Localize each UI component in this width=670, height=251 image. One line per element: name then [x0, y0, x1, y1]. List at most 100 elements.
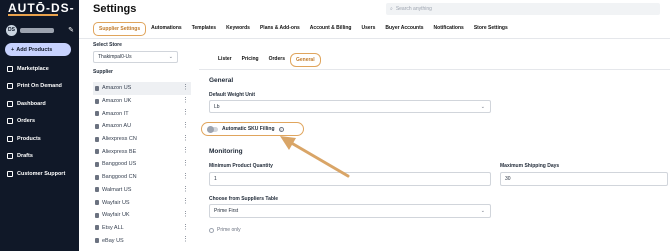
min-quantity-label: Minimum Product Quantity: [209, 163, 273, 169]
page-title: Settings: [93, 3, 137, 15]
subtab-general[interactable]: General: [289, 53, 321, 67]
supplier-item[interactable]: eBay US ⋮: [93, 234, 191, 247]
tab-automations[interactable]: Automations: [146, 22, 187, 36]
tab-account-billing[interactable]: Account & Billing: [305, 22, 357, 36]
supplier-item[interactable]: Wayfair US ⋮: [93, 196, 191, 209]
print-icon: [7, 83, 13, 90]
tab-keywords[interactable]: Keywords: [221, 22, 255, 36]
weight-unit-select[interactable]: Lb ⌄: [209, 100, 491, 113]
kebab-menu-icon[interactable]: ⋮: [182, 146, 189, 154]
divider: [79, 38, 670, 39]
sidebar-item-customer-support[interactable]: Customer Support: [0, 165, 79, 183]
kebab-menu-icon[interactable]: ⋮: [182, 108, 189, 116]
kebab-menu-icon[interactable]: ⋮: [182, 235, 189, 243]
supplier-item[interactable]: Aliexpress BE ⋮: [93, 145, 191, 158]
edit-icon[interactable]: ✎: [68, 26, 74, 34]
search-input[interactable]: ⌕ Search anything: [386, 3, 660, 15]
sidebar-item-print-on-demand[interactable]: Print On Demand: [0, 78, 79, 96]
kebab-menu-icon[interactable]: ⋮: [182, 96, 189, 104]
sidebar-item-orders[interactable]: Orders: [0, 113, 79, 131]
choose-suppliers-table-select[interactable]: Prime First ⌄: [209, 204, 491, 218]
supplier-item[interactable]: Banggood CN ⋮: [93, 171, 191, 184]
choose-suppliers-table-value: Prime First: [214, 208, 239, 214]
section-title-monitoring: Monitoring: [209, 148, 243, 155]
supplier-icon: [95, 98, 99, 104]
tab-templates[interactable]: Templates: [187, 22, 221, 36]
subtab-lister[interactable]: Lister: [213, 53, 237, 67]
support-icon: [7, 170, 13, 177]
supplier-list: Amazon US ⋮ Amazon UK ⋮ Amazon IT ⋮ Amazon …: [93, 82, 191, 247]
tab-notifications[interactable]: Notifications: [429, 22, 469, 36]
settings-panel: [199, 44, 670, 251]
sidebar-item-label: Customer Support: [17, 170, 66, 177]
sidebar-item-products[interactable]: Products: [0, 130, 79, 148]
dashboard-icon: [7, 100, 13, 107]
supplier-item[interactable]: Amazon UK ⋮: [93, 95, 191, 108]
info-icon[interactable]: i: [278, 126, 284, 132]
sidebar-item-marketplace[interactable]: Marketplace: [0, 60, 79, 78]
supplier-item-label: Aliexpress BE: [102, 148, 137, 155]
tab-buyer-accounts[interactable]: Buyer Accounts: [380, 22, 428, 36]
sidebar-item-drafts[interactable]: Drafts: [0, 148, 79, 166]
supplier-item[interactable]: Amazon IT ⋮: [93, 107, 191, 120]
supplier-item[interactable]: Aliexpress CN ⋮: [93, 133, 191, 146]
kebab-menu-icon[interactable]: ⋮: [182, 210, 189, 218]
kebab-menu-icon[interactable]: ⋮: [182, 83, 189, 91]
kebab-menu-icon[interactable]: ⋮: [182, 185, 189, 193]
supplier-item-label: eBay US: [102, 237, 124, 244]
prime-only-option[interactable]: Prime only: [209, 227, 241, 233]
choose-suppliers-table-label: Choose from Suppliers Table: [209, 196, 279, 202]
supplier-item[interactable]: Amazon US ⋮: [93, 82, 191, 95]
supplier-item[interactable]: Banggood US ⋮: [93, 158, 191, 171]
supplier-icon: [95, 136, 99, 142]
user-row[interactable]: DS ✎: [6, 24, 74, 36]
supplier-item[interactable]: Etsy ALL ⋮: [93, 222, 191, 235]
supplier-icon: [95, 212, 99, 218]
supplier-icon: [95, 238, 99, 244]
sidebar-item-label: Orders: [17, 118, 36, 125]
supplier-subtabs: Lister Pricing Orders General: [213, 53, 321, 67]
auto-sku-toggle[interactable]: [207, 125, 218, 133]
search-icon: ⌕: [390, 6, 393, 12]
subtab-orders[interactable]: Orders: [264, 53, 290, 67]
kebab-menu-icon[interactable]: ⋮: [182, 197, 189, 205]
supplier-item-label: Amazon US: [102, 85, 132, 92]
kebab-menu-icon[interactable]: ⋮: [182, 121, 189, 129]
sidebar-item-dashboard[interactable]: Dashboard: [0, 95, 79, 113]
supplier-icon: [95, 85, 99, 91]
supplier-icon: [95, 111, 99, 117]
supplier-item[interactable]: Wayfair UK ⋮: [93, 209, 191, 222]
subtab-pricing[interactable]: Pricing: [237, 53, 264, 67]
sidebar-item-label: Drafts: [17, 153, 33, 160]
store-select[interactable]: Thakimpal0-Us ⌄: [93, 51, 178, 63]
tab-users[interactable]: Users: [356, 22, 380, 36]
settings-tabs: Supplier Settings Automations Templates …: [93, 22, 513, 36]
supplier-item[interactable]: Amazon AU ⋮: [93, 120, 191, 133]
max-shipping-days-input[interactable]: 30: [500, 172, 668, 186]
store-select-value: Thakimpal0-Us: [98, 54, 132, 60]
supplier-item-label: Amazon AU: [102, 123, 132, 130]
tab-supplier-settings[interactable]: Supplier Settings: [93, 22, 147, 36]
kebab-menu-icon[interactable]: ⋮: [182, 159, 189, 167]
supplier-item-label: Wayfair US: [102, 199, 130, 206]
tab-plans-addons[interactable]: Plans & Add-ons: [255, 22, 305, 36]
kebab-menu-icon[interactable]: ⋮: [182, 134, 189, 142]
supplier-item-label: Amazon UK: [102, 98, 132, 105]
sidebar: AUTŌ-DS- DS ✎ + Add Products Marketplace…: [0, 0, 79, 251]
kebab-menu-icon[interactable]: ⋮: [182, 223, 189, 231]
supplier-icon: [95, 200, 99, 206]
tab-store-settings[interactable]: Store Settings: [469, 22, 513, 36]
min-quantity-input[interactable]: 1: [209, 172, 491, 186]
prime-only-radio[interactable]: [209, 227, 214, 233]
kebab-menu-icon[interactable]: ⋮: [182, 172, 189, 180]
prime-only-label: Prime only: [217, 227, 241, 233]
supplier-item-label: Wayfair UK: [102, 212, 130, 219]
add-products-button[interactable]: + Add Products: [5, 43, 71, 56]
supplier-item[interactable]: Walmart US ⋮: [93, 184, 191, 197]
supplier-item-label: Amazon IT: [102, 110, 129, 117]
weight-unit-label: Default Weight Unit: [209, 92, 256, 98]
sidebar-item-label: Print On Demand: [17, 83, 62, 90]
supplier-item-label: Etsy ALL: [102, 224, 124, 231]
auto-sku-toggle-row[interactable]: Automatic SKU Filling i: [201, 122, 304, 136]
supplier-icon: [95, 187, 99, 193]
